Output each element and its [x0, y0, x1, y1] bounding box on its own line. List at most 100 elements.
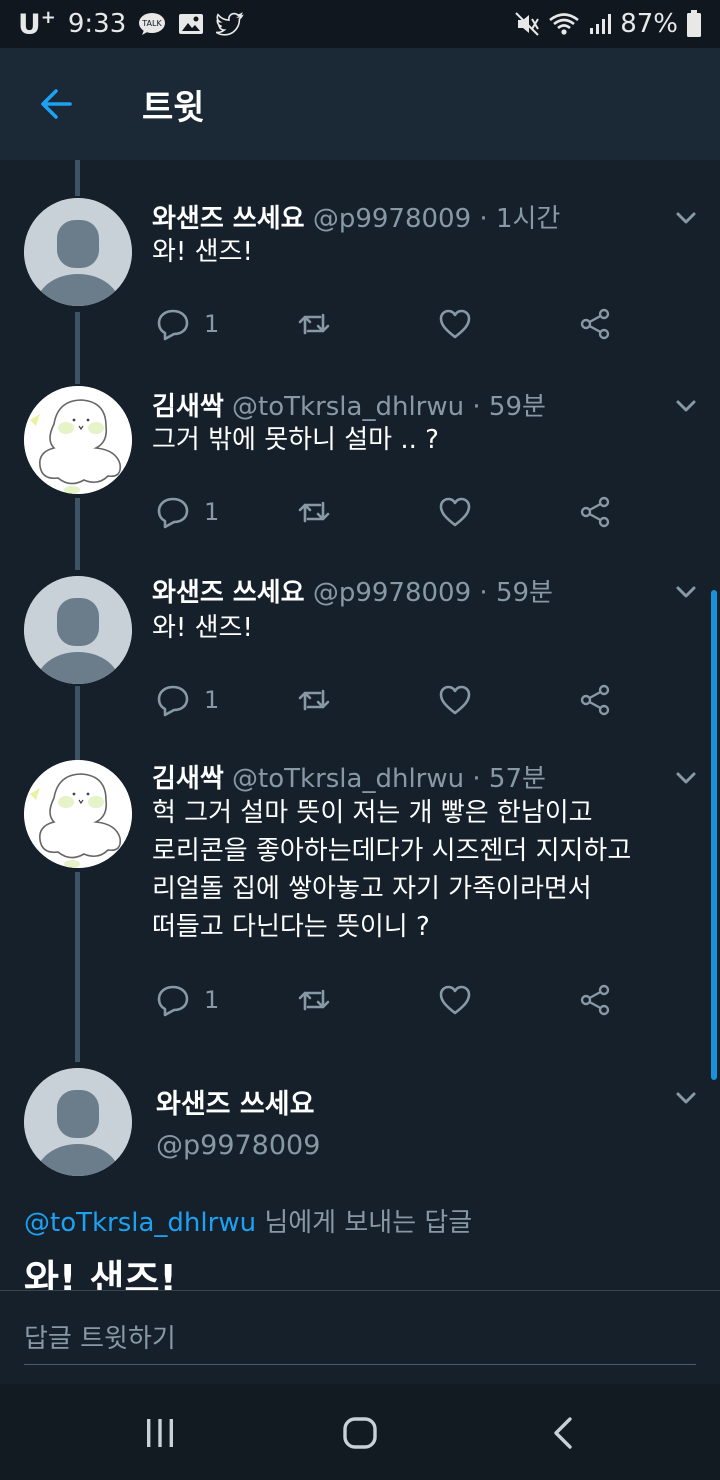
recent-apps-icon: [147, 1419, 173, 1447]
svg-text:TALK: TALK: [142, 19, 163, 28]
user-handle[interactable]: @toTkrsla_dhlrwu: [232, 392, 464, 422]
share-button[interactable]: [578, 492, 612, 532]
reply-count: 1: [204, 310, 220, 338]
share-icon: [580, 984, 610, 1016]
avatar[interactable]: [24, 386, 132, 494]
separator-dot: ·: [479, 204, 488, 234]
reply-count: 1: [204, 498, 220, 526]
tweet[interactable]: 와샌즈 쓰세요 @p9978009 · 1시간 와! 샌즈! 1: [0, 160, 720, 350]
tweet-text: 와! 샌즈!: [24, 1257, 177, 1290]
reply-button[interactable]: 1: [156, 492, 219, 532]
tweet-text: 헉 그거 설마 뜻이 저는 개 빻은 한남이고 로리콘을 좋아하는데다가 시즈젠…: [152, 794, 631, 946]
tweet-actions: 1: [156, 492, 626, 532]
display-name[interactable]: 김새싹: [152, 392, 224, 422]
user-handle[interactable]: @p9978009: [313, 204, 471, 234]
reply-count: 1: [204, 986, 220, 1014]
app-header: 트윗: [0, 48, 720, 160]
heart-icon: [439, 309, 471, 339]
chevron-down-icon[interactable]: [672, 1084, 700, 1112]
reply-icon: [157, 985, 189, 1017]
reply-composer: [0, 1290, 720, 1384]
back-button[interactable]: [26, 74, 86, 134]
back-icon: [554, 1417, 572, 1449]
share-button[interactable]: [578, 980, 612, 1020]
reply-context: @toTkrsla_dhlrwu 님에게 보내는 답글: [24, 1202, 472, 1239]
heart-icon: [439, 985, 471, 1015]
tweet-text-line: 로리콘을 좋아하는데다가 시즈젠더 지지하고: [152, 836, 632, 866]
clock: 9:33: [67, 8, 127, 39]
timestamp: 59분: [488, 392, 546, 422]
tweet-actions: 1: [156, 980, 626, 1020]
separator-dot: ·: [472, 764, 481, 794]
heart-icon: [439, 685, 471, 715]
share-button[interactable]: [578, 680, 612, 720]
like-button[interactable]: [438, 680, 472, 720]
talk-icon: TALK: [138, 12, 166, 36]
tweet-header: 김새싹 @toTkrsla_dhlrwu · 59분: [152, 386, 546, 423]
separator-dot: ·: [472, 392, 481, 422]
tweet-text: 와! 샌즈!: [152, 234, 253, 270]
reply-button[interactable]: 1: [156, 304, 219, 344]
conversation-thread[interactable]: 와샌즈 쓰세요 @p9978009 · 1시간 와! 샌즈! 1 김새싹 @to…: [0, 160, 720, 1290]
chevron-down-icon[interactable]: [672, 392, 700, 420]
display-name[interactable]: 와샌즈 쓰세요: [152, 204, 305, 234]
gallery-icon: [178, 13, 204, 35]
avatar[interactable]: [24, 1068, 132, 1176]
home-icon: [343, 1417, 377, 1449]
tweet[interactable]: 김새싹 @toTkrsla_dhlrwu · 57분 헉 그거 설마 뜻이 저는…: [0, 724, 720, 1058]
reply-button[interactable]: 1: [156, 680, 219, 720]
reply-button[interactable]: 1: [156, 980, 219, 1020]
display-name[interactable]: 와샌즈 쓰세요: [156, 1082, 314, 1121]
display-name[interactable]: 김새싹: [152, 764, 224, 794]
tweet-text-line: 떠들고 다닌다는 뜻이니 ?: [152, 912, 430, 942]
back-arrow-icon: [41, 89, 72, 119]
avatar[interactable]: [24, 760, 132, 868]
like-button[interactable]: [438, 492, 472, 532]
like-button[interactable]: [438, 980, 472, 1020]
scrollbar[interactable]: [711, 590, 717, 1080]
tweet-text-line: 와! 샌즈!: [152, 237, 253, 267]
retweet-button[interactable]: [296, 492, 332, 532]
twitter-icon: [216, 12, 244, 36]
chevron-down-icon[interactable]: [672, 204, 700, 232]
recent-apps-button[interactable]: [130, 1408, 190, 1458]
avatar[interactable]: [24, 576, 132, 684]
battery-icon: [686, 10, 702, 38]
status-bar: U+ 9:33 TALK 87%: [0, 0, 720, 48]
like-button[interactable]: [438, 304, 472, 344]
tweet-text-line: 리얼돌 집에 쌓아놓고 자기 가족이라면서: [152, 874, 592, 904]
tweet[interactable]: 와샌즈 쓰세요 @p9978009 · 59분 와! 샌즈! 1: [0, 538, 720, 724]
tweet-text: 와! 샌즈!: [152, 610, 253, 646]
avatar[interactable]: [24, 198, 132, 306]
tweet-text-line: 와! 샌즈!: [152, 613, 253, 643]
tweet-header: 와샌즈 쓰세요 @p9978009 · 1시간: [152, 198, 560, 235]
tweet[interactable]: 김새싹 @toTkrsla_dhlrwu · 59분 그거 밖에 못하니 설마 …: [0, 350, 720, 538]
retweet-icon: [298, 989, 330, 1011]
share-icon: [580, 496, 610, 528]
user-handle[interactable]: @p9978009: [313, 578, 471, 608]
system-back-button[interactable]: [534, 1408, 594, 1458]
reply-to-link[interactable]: @toTkrsla_dhlrwu: [24, 1208, 256, 1238]
retweet-button[interactable]: [296, 680, 332, 720]
display-name[interactable]: 와샌즈 쓰세요: [152, 578, 305, 608]
home-button[interactable]: [330, 1408, 390, 1458]
reply-to-suffix: 님에게 보내는 답글: [256, 1208, 473, 1238]
chevron-down-icon[interactable]: [672, 764, 700, 792]
heart-icon: [439, 497, 471, 527]
reply-input[interactable]: [24, 1313, 696, 1365]
timestamp: 1시간: [495, 204, 561, 234]
retweet-button[interactable]: [296, 304, 332, 344]
retweet-icon: [298, 313, 330, 335]
timestamp: 59분: [495, 578, 553, 608]
focus-tweet[interactable]: 와샌즈 쓰세요 @p9978009 @toTkrsla_dhlrwu 님에게 보…: [0, 1058, 720, 1290]
page-title: 트윗: [142, 87, 205, 128]
chevron-down-icon[interactable]: [672, 578, 700, 606]
share-button[interactable]: [578, 304, 612, 344]
signal-icon: [588, 12, 612, 36]
user-handle[interactable]: @p9978009: [156, 1130, 320, 1161]
tweet-text-line: 그거 밖에 못하니 설마 .. ?: [152, 425, 439, 455]
reply-icon: [157, 309, 189, 341]
timestamp: 57분: [488, 764, 546, 794]
retweet-button[interactable]: [296, 980, 332, 1020]
user-handle[interactable]: @toTkrsla_dhlrwu: [232, 764, 464, 794]
